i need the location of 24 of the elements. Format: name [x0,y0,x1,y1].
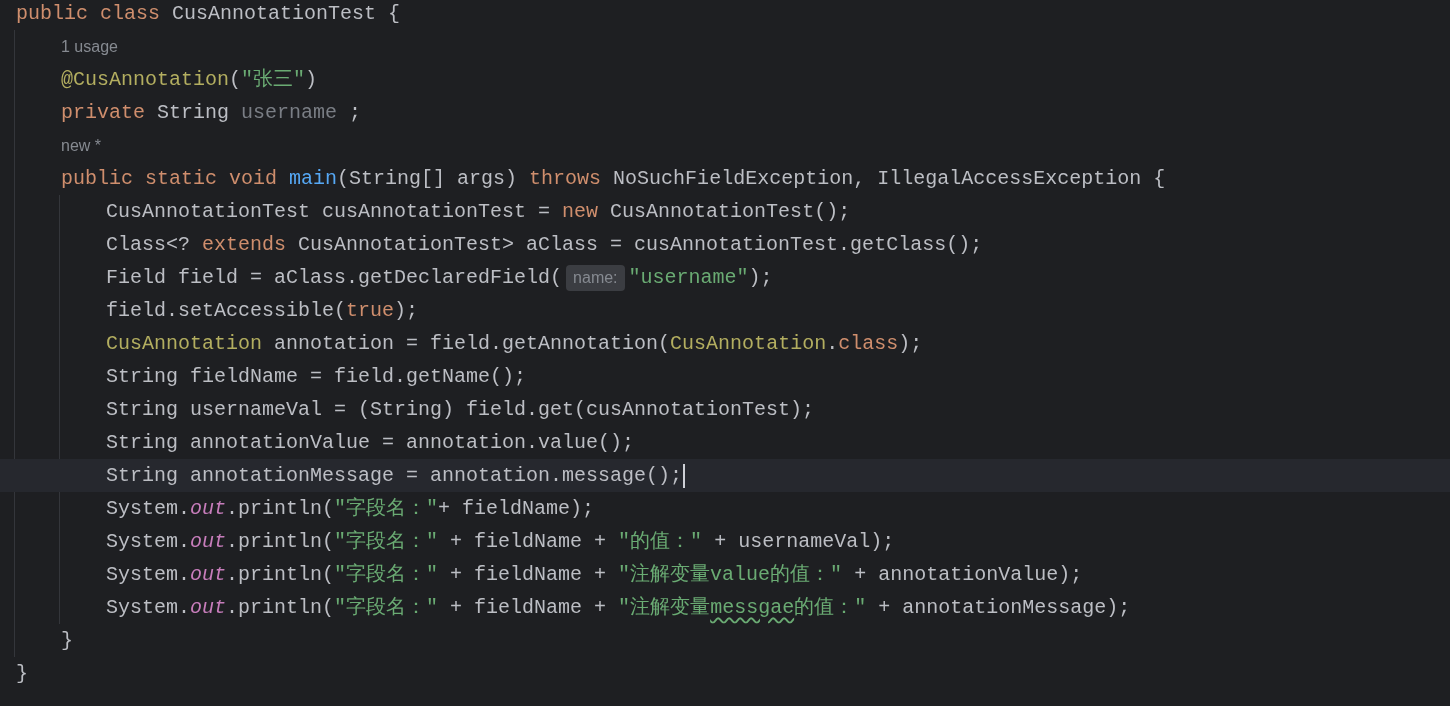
usage-hint[interactable]: new * [61,133,102,158]
code-text: Field field = aClass.getDeclaredField( [106,264,563,291]
code-text: System.out.println("字段名："+ fieldName); [106,495,595,522]
code-text: String usernameVal = (String) field.get(cusAnnotationTest); [106,396,815,423]
code-text: } [16,660,28,687]
code-text: Class<? extends CusAnnotationTest> aClass = cusAnnotationTest.getClass(); [106,231,983,258]
code-text: System.out.println("字段名：" + fieldName + "注解变量value的值：" + annotationValue); [106,561,1083,588]
code-text: "username"); [628,264,773,291]
text-cursor [683,463,686,488]
code-text: String fieldName = field.getName(); [106,363,527,390]
code-text: String annotationValue = annotation.value(); [106,429,635,456]
code-text: private String username ; [61,99,362,126]
parameter-hint: name: [566,264,625,291]
code-text: } [61,627,73,654]
code-text: field.setAccessible(true); [106,297,419,324]
usage-hint[interactable]: 1 usage [61,34,118,59]
code-text: String annotationMessage = annotation.message(); [106,462,683,489]
code-text: CusAnnotation annotation = field.getAnnotation(CusAnnotation.class); [106,330,923,357]
code-text: CusAnnotationTest cusAnnotationTest = new CusAnnotationTest(); [106,198,851,225]
code-text: public static void main(String[] args) throws NoSuchFieldException, IllegalAccessException { [61,165,1166,192]
code-text: public class CusAnnotationTest { [16,0,401,27]
code-text: System.out.println("字段名：" + fieldName + "的值：" + usernameVal); [106,528,895,555]
code-text: @CusAnnotation("张三") [61,66,318,93]
code-text: System.out.println("字段名：" + fieldName + "注解变量messgae的值：" + annotationMessage); [106,594,1131,621]
